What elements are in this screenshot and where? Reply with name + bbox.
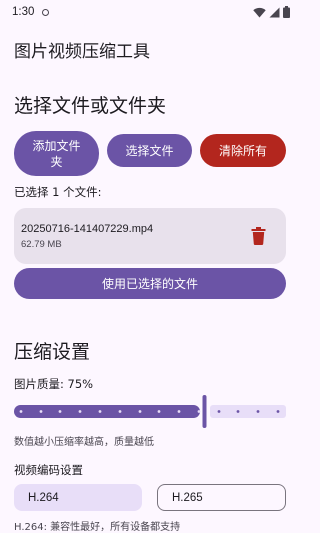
wifi-icon xyxy=(253,7,266,17)
notification-icon xyxy=(42,8,50,16)
delete-icon[interactable] xyxy=(251,227,266,245)
codec-option-h264[interactable]: H.264 xyxy=(14,484,142,511)
slider-inactive-track xyxy=(210,405,286,418)
slider-thumb[interactable] xyxy=(202,395,207,428)
status-icons xyxy=(253,6,290,18)
codec-option-h265[interactable]: H.265 xyxy=(157,484,286,511)
signal-icon xyxy=(269,7,280,17)
quality-hint: 数值越小压缩率越高，质量越低 xyxy=(14,437,154,448)
status-bar: 1:30 xyxy=(0,0,300,24)
quality-slider[interactable] xyxy=(14,394,286,428)
battery-icon xyxy=(283,6,290,18)
add-folder-button[interactable]: 添加文件夹 xyxy=(14,131,99,176)
use-selected-files-button[interactable]: 使用已选择的文件 xyxy=(14,268,286,299)
compress-section-title: 压缩设置 xyxy=(14,341,91,363)
app-title: 图片视频压缩工具 xyxy=(14,42,150,62)
select-file-button[interactable]: 选择文件 xyxy=(107,134,192,167)
select-section-title: 选择文件或文件夹 xyxy=(14,95,167,117)
file-size: 62.79 MB xyxy=(21,239,62,250)
video-codec-title: 视频编码设置 xyxy=(14,463,83,477)
selected-count-label: 已选择 1 个文件: xyxy=(14,185,102,199)
file-list-item: 20250716-141407229.mp4 62.79 MB xyxy=(14,208,286,264)
codec-hint: H.264: 兼容性最好，所有设备都支持 xyxy=(14,522,181,533)
quality-label: 图片质量: 75% xyxy=(14,377,94,391)
status-time: 1:30 xyxy=(12,6,35,18)
file-name: 20250716-141407229.mp4 xyxy=(21,223,154,235)
clear-all-button[interactable]: 清除所有 xyxy=(200,134,286,167)
